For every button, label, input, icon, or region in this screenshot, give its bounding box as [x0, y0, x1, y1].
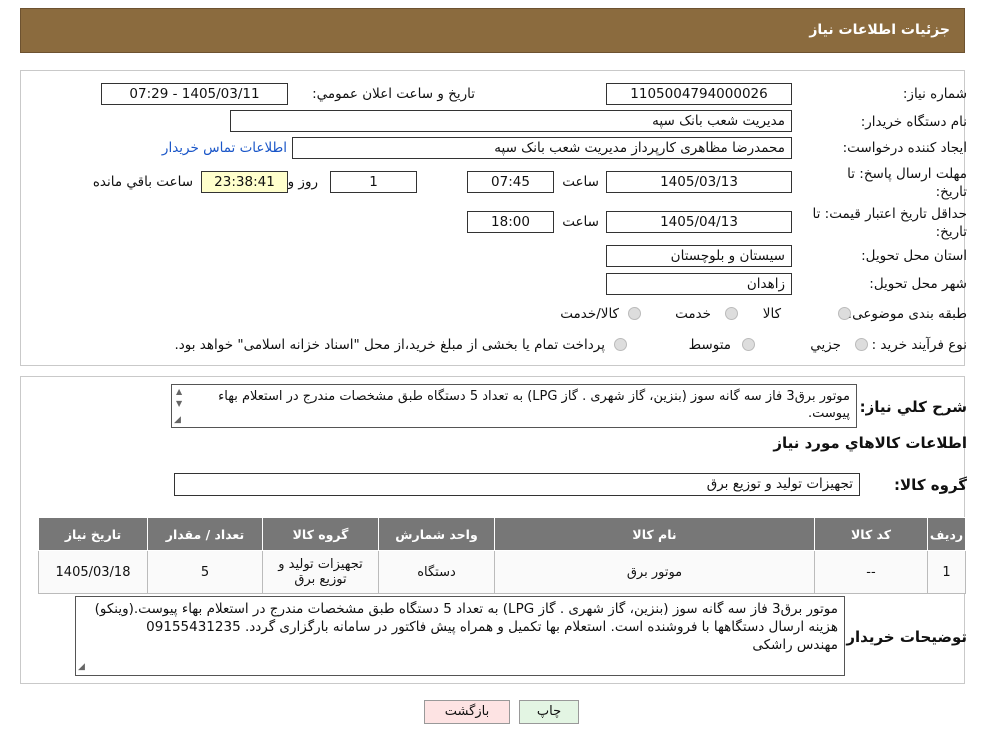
cell-date: 1405/03/18	[38, 550, 148, 594]
deadline-time-field: 07:45	[467, 171, 554, 193]
purchase-option-minor: جزيي	[810, 337, 841, 353]
summary-label: شرح کلي نیاز:	[859, 398, 967, 416]
purchase-option-medium: متوسط	[688, 337, 731, 353]
category-option-service: خدمت	[675, 306, 711, 322]
province-label: استان محل تحویل:	[861, 248, 967, 264]
back-button[interactable]: بازگشت	[424, 700, 510, 724]
days-word: روز و	[287, 174, 318, 190]
cell-qty: 5	[147, 550, 263, 594]
announce-field: 1405/03/11 - 07:29	[101, 83, 288, 105]
purchase-radio-treasury[interactable]	[614, 338, 627, 351]
cell-name: موتور برق	[494, 550, 815, 594]
col-group: گروه کالا	[262, 517, 379, 551]
print-button[interactable]: چاپ	[519, 700, 579, 724]
buyer-notes-label: توضیحات خریدار:	[840, 628, 967, 646]
category-radio-goods-service[interactable]	[628, 307, 641, 320]
category-option-goods: کالا	[762, 306, 781, 322]
purchase-radio-medium[interactable]	[742, 338, 755, 351]
buyer-notes-textarea[interactable]: موتور برق3 فاز سه گانه سوز (بنزین، گاز ش…	[75, 596, 845, 676]
city-label: شهر محل تحویل:	[869, 276, 967, 292]
summary-text: موتور برق3 فاز سه گانه سوز (بنزین، گاز ش…	[218, 389, 850, 421]
buyer-notes-line2: هزینه ارسال دستگاهها با فروشنده است. است…	[146, 619, 838, 635]
purchase-note: پرداخت تمام یا بخشی از مبلغ خرید،از محل …	[174, 337, 605, 353]
col-code: کد کالا	[814, 517, 928, 551]
creator-field: محمدرضا مظاهری کارپرداز مدیریت شعب بانک …	[292, 137, 792, 159]
deadline-time-word: ساعت	[562, 174, 599, 190]
goods-group-label: گروه کالا:	[894, 476, 967, 494]
validity-date-field: 1405/04/13	[606, 211, 792, 233]
city-field: زاهدان	[606, 273, 792, 295]
remaining-time-field: 23:38:41	[201, 171, 288, 193]
days-field: 1	[330, 171, 417, 193]
summary-textarea[interactable]: موتور برق3 فاز سه گانه سوز (بنزین، گاز ش…	[171, 384, 857, 428]
deadline-label-date: تاریخ:	[935, 184, 967, 200]
page-header: جزئیات اطلاعات نیاز	[20, 8, 965, 53]
need-number-label: شماره نیاز:	[902, 86, 967, 102]
category-label: طبقه بندی موضوعی:	[847, 306, 967, 322]
goods-section-title: اطلاعات کالاهاي مورد نیاز	[773, 434, 967, 452]
buyer-notes-line3: مهندس راشکی	[752, 637, 838, 653]
table-header-row: ردیف کد کالا نام کالا واحد شمارش گروه کا…	[38, 517, 966, 551]
category-option-goods-service: کالا/خدمت	[560, 306, 619, 322]
col-qty: تعداد / مقدار	[147, 517, 263, 551]
validity-label-date: تاریخ:	[935, 224, 967, 240]
page-title: جزئیات اطلاعات نیاز	[809, 22, 950, 38]
goods-table: ردیف کد کالا نام کالا واحد شمارش گروه کا…	[38, 517, 966, 594]
col-row: ردیف	[927, 517, 966, 551]
need-number-field: 1105004794000026	[606, 83, 792, 105]
remaining-word: ساعت باقي مانده	[92, 174, 193, 190]
col-date: تاریخ نیاز	[38, 517, 148, 551]
resize-grip-icon[interactable]: ◢	[174, 415, 181, 425]
category-radio-service[interactable]	[725, 307, 738, 320]
cell-row: 1	[927, 550, 966, 594]
validity-label: حداقل تاریخ اعتبار قیمت: تا	[812, 206, 967, 222]
buyer-org-label: نام دستگاه خریدار:	[860, 114, 967, 130]
validity-time-field: 18:00	[467, 211, 554, 233]
cell-code: --	[814, 550, 928, 594]
province-field: سیستان و بلوچستان	[606, 245, 792, 267]
cell-unit: دستگاه	[378, 550, 495, 594]
col-name: نام کالا	[494, 517, 815, 551]
category-radio-goods[interactable]	[838, 307, 851, 320]
creator-label: ایجاد کننده درخواست:	[842, 140, 967, 156]
goods-group-field: تجهیزات تولید و توزیع برق	[174, 473, 860, 496]
purchase-radio-minor[interactable]	[855, 338, 868, 351]
cell-group: تجهیزات تولید و توزیع برق	[262, 550, 379, 594]
deadline-date-field: 1405/03/13	[606, 171, 792, 193]
buyer-contact-link[interactable]: اطلاعات تماس خریدار	[162, 140, 287, 156]
table-row: 1 -- موتور برق دستگاه تجهیزات تولید و تو…	[38, 550, 966, 594]
announce-label: تاریخ و ساعت اعلان عمومي:	[312, 86, 475, 102]
scroll-down-icon[interactable]: ▼	[176, 399, 182, 408]
purchase-type-label: نوع فرآیند خرید :	[871, 337, 967, 353]
resize-grip-icon[interactable]: ◢	[78, 662, 85, 672]
scroll-up-icon[interactable]: ▲	[176, 387, 182, 396]
buyer-notes-line1: موتور برق3 فاز سه گانه سوز (بنزین، گاز ش…	[94, 601, 838, 617]
buyer-org-field: مدیریت شعب بانک سپه	[230, 110, 792, 132]
deadline-label: مهلت ارسال پاسخ: تا	[847, 166, 967, 182]
validity-time-word: ساعت	[562, 214, 599, 230]
col-unit: واحد شمارش	[378, 517, 495, 551]
